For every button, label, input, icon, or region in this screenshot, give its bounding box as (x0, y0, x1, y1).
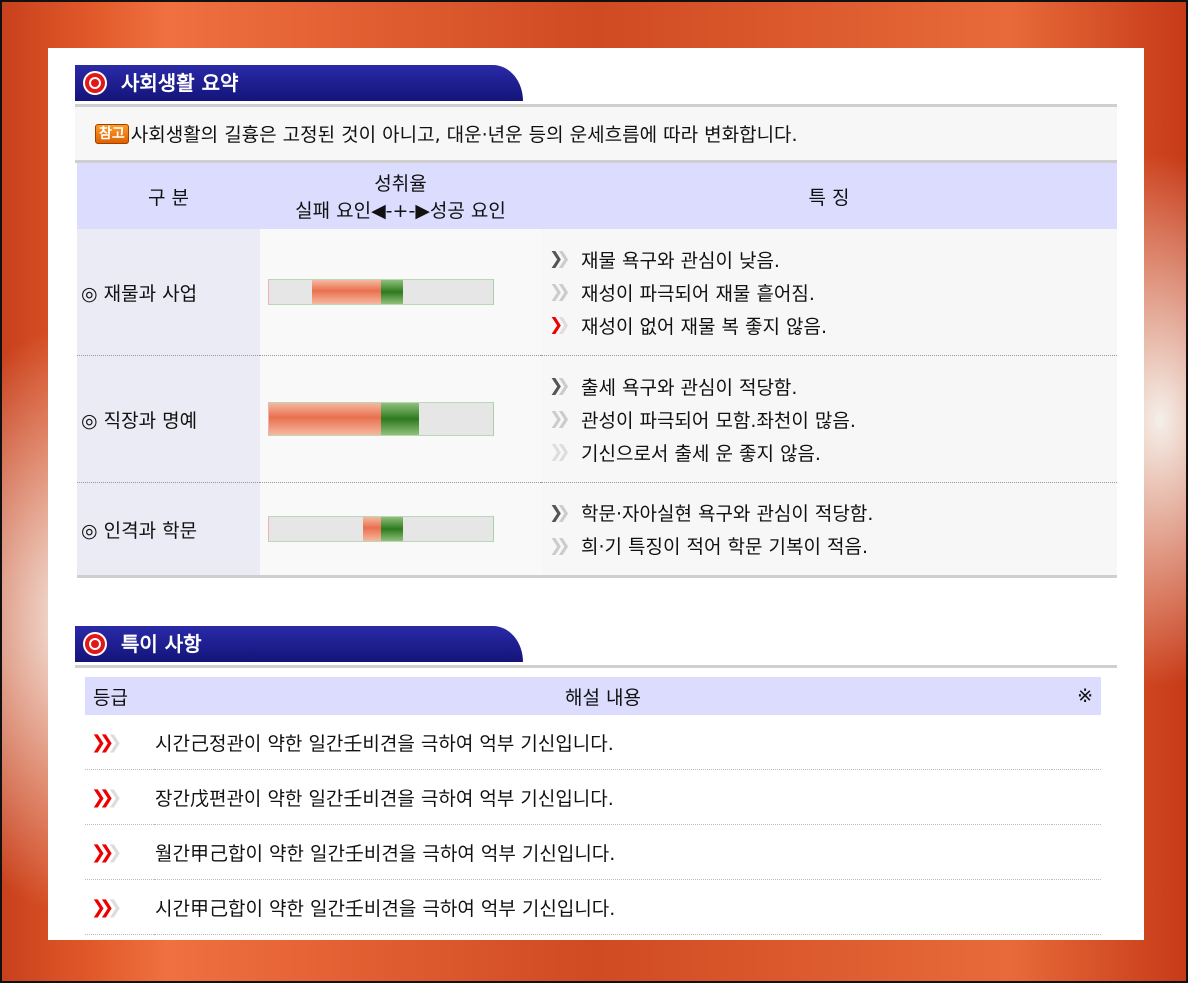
double-arrow-icon: ❯❯ (549, 502, 571, 523)
col-rate: 성취율 실패 요인◀-+-▶성공 요인 (260, 163, 541, 229)
achievement-bar-cell (260, 482, 541, 578)
double-arrow-icon: ❯❯❯ (85, 769, 154, 825)
summary-row: ◎ 재물과 사업 ❯❯ 재물 욕구와 관심이 낮음. ❯❯ 재성이 파극되어 재물 흩어… (77, 229, 1117, 356)
col-features: 특 징 (541, 163, 1117, 229)
achievement-bar-cell (260, 229, 541, 356)
double-arrow-icon: ❯❯ (549, 535, 571, 556)
summary-table: 구 분 성취율 실패 요인◀-+-▶성공 요인 특 징 ◎ 재물과 사업 ❯❯ 재물… (77, 163, 1117, 578)
special-row: ❯❯❯ 장간戊편관이 약한 일간壬비견을 극하여 억부 기신입니다. (85, 769, 1101, 825)
bar-success-segment (381, 517, 404, 541)
col-rate-line2: 실패 요인◀-+-▶성공 요인 (295, 200, 506, 222)
special-row: ❯❯❯ 월간甲己합이 약한 일간壬비견을 극하여 억부 기신입니다. (85, 824, 1101, 880)
special-table: 등급 해설 내용 ※ ❯❯❯ 시간己정관이 약한 일간壬비견을 극하여 억부 기신… (85, 677, 1101, 935)
feature-text: 관성이 파극되어 모함.좌천이 많음. (581, 409, 856, 432)
bar-failure-segment (363, 517, 381, 541)
bar-success-segment (381, 403, 420, 435)
feature-line: ❯❯ 학문·자아실현 욕구와 관심이 적당함. (549, 496, 1116, 529)
col-category: 구 분 (77, 163, 260, 229)
special-section-title: 특이 사항 (121, 632, 202, 656)
content-panel: 사회생활 요약 참고 사회생활의 길흉은 고정된 것이 아니고, 대운·년운 등… (48, 48, 1144, 940)
special-header-row: 등급 해설 내용 ※ (85, 677, 1101, 715)
achievement-bar (268, 402, 494, 436)
bar-success-segment (381, 280, 404, 304)
summary-header-row: 구 분 성취율 실패 요인◀-+-▶성공 요인 특 징 (77, 163, 1117, 229)
double-arrow-icon: ❯❯ (549, 442, 570, 462)
double-arrow-icon: ❯❯ (549, 315, 571, 335)
summary-row: ◎ 직장과 명예 ❯❯ 출세 욕구와 관심이 적당함. ❯❯ 관성이 파극되어 모함.좌… (77, 355, 1117, 483)
double-arrow-icon: ❯❯ (549, 376, 571, 396)
summary-features: ❯❯ 학문·자아실현 욕구와 관심이 적당함. ❯❯ 희·기 특징이 적어 학문 기복… (541, 482, 1117, 578)
achievement-bar-cell (260, 355, 541, 483)
special-section-header: 특이 사항 (75, 625, 1117, 668)
double-arrow-icon: ❯❯❯ (85, 715, 154, 770)
feature-text: 재성이 없어 재물 복 좋지 않음. (581, 315, 827, 338)
summary-section-tab: 사회생활 요약 (75, 65, 523, 101)
special-row: ❯❯❯ 시간甲己합이 약한 일간壬비견을 극하여 억부 기신입니다. (85, 879, 1101, 935)
special-text: 시간己정관이 약한 일간壬비견을 극하여 억부 기신입니다. (154, 715, 1101, 770)
feature-line: ❯❯ 희·기 특징이 적어 학문 기복이 적음. (549, 529, 1116, 562)
bar-failure-segment (269, 403, 381, 435)
double-arrow-icon: ❯❯❯ (85, 879, 154, 935)
special-text: 장간戊편관이 약한 일간壬비견을 극하여 억부 기신입니다. (154, 769, 1101, 825)
feature-line: ❯❯ 재성이 없어 재물 복 좋지 않음. (549, 309, 1116, 342)
feature-line: ❯❯ 기신으로서 출세 운 좋지 않음. (549, 436, 1116, 469)
summary-category: ◎ 직장과 명예 (77, 355, 260, 483)
feature-line: ❯❯ 관성이 파극되어 모함.좌천이 많음. (549, 403, 1116, 436)
feature-text: 출세 욕구와 관심이 적당함. (581, 376, 798, 399)
col-desc: 해설 내용 (154, 677, 1052, 715)
special-row: ❯❯❯ 시간己정관이 약한 일간壬비견을 극하여 억부 기신입니다. (85, 715, 1101, 770)
summary-features: ❯❯ 출세 욕구와 관심이 적당함. ❯❯ 관성이 파극되어 모함.좌천이 많음. ❯❯… (541, 355, 1117, 483)
section-divider (75, 665, 1117, 668)
summary-section-title: 사회생활 요약 (121, 71, 239, 95)
special-section-tab: 특이 사항 (75, 626, 523, 662)
achievement-bar (268, 279, 494, 305)
summary-category: ◎ 인격과 학문 (77, 482, 260, 578)
section-divider (75, 104, 1117, 107)
feature-line: ❯❯ 재물 욕구와 관심이 낮음. (549, 243, 1116, 276)
summary-features: ❯❯ 재물 욕구와 관심이 낮음. ❯❯ 재성이 파극되어 재물 흩어짐. ❯❯ 재성이 … (541, 229, 1117, 356)
summary-row: ◎ 인격과 학문 ❯❯ 학문·자아실현 욕구와 관심이 적당함. ❯❯ 희·기 특징이 … (77, 482, 1117, 578)
col-grade: 등급 (85, 677, 154, 715)
feature-line: ❯❯ 출세 욕구와 관심이 적당함. (549, 370, 1116, 403)
summary-category: ◎ 재물과 사업 (77, 229, 260, 356)
double-arrow-icon: ❯❯ (549, 249, 571, 269)
feature-text: 재물 욕구와 관심이 낮음. (581, 249, 780, 272)
feature-text: 희·기 특징이 적어 학문 기복이 적음. (581, 536, 868, 558)
achievement-bar (268, 516, 494, 542)
feature-text: 기신으로서 출세 운 좋지 않음. (581, 442, 821, 465)
feature-line: ❯❯ 재성이 파극되어 재물 흩어짐. (549, 276, 1116, 309)
double-arrow-icon: ❯❯ (549, 409, 571, 429)
note-text: 사회생활의 길흉은 고정된 것이 아니고, 대운·년운 등의 운세흐름에 따라 … (130, 124, 798, 146)
content-inner: 사회생활 요약 참고 사회생활의 길흉은 고정된 것이 아니고, 대운·년운 등… (75, 48, 1117, 935)
summary-section-header: 사회생활 요약 (75, 64, 1117, 107)
special-text: 시간甲己합이 약한 일간壬비견을 극하여 억부 기신입니다. (154, 879, 1101, 935)
col-mark: ※ (1052, 677, 1101, 715)
double-arrow-icon: ❯❯ (549, 282, 571, 302)
target-icon (83, 632, 107, 656)
bar-failure-segment (311, 280, 381, 304)
double-arrow-icon: ❯❯❯ (85, 824, 154, 880)
feature-text: 학문·자아실현 욕구와 관심이 적당함. (581, 503, 874, 525)
feature-text: 재성이 파극되어 재물 흩어짐. (581, 282, 815, 305)
target-icon (83, 71, 107, 95)
note-badge: 참고 (95, 123, 129, 144)
note-bar: 참고 사회생활의 길흉은 고정된 것이 아니고, 대운·년운 등의 운세흐름에 … (75, 107, 1117, 163)
col-rate-line1: 성취율 (374, 173, 427, 195)
special-text: 월간甲己합이 약한 일간壬비견을 극하여 억부 기신입니다. (154, 824, 1101, 880)
